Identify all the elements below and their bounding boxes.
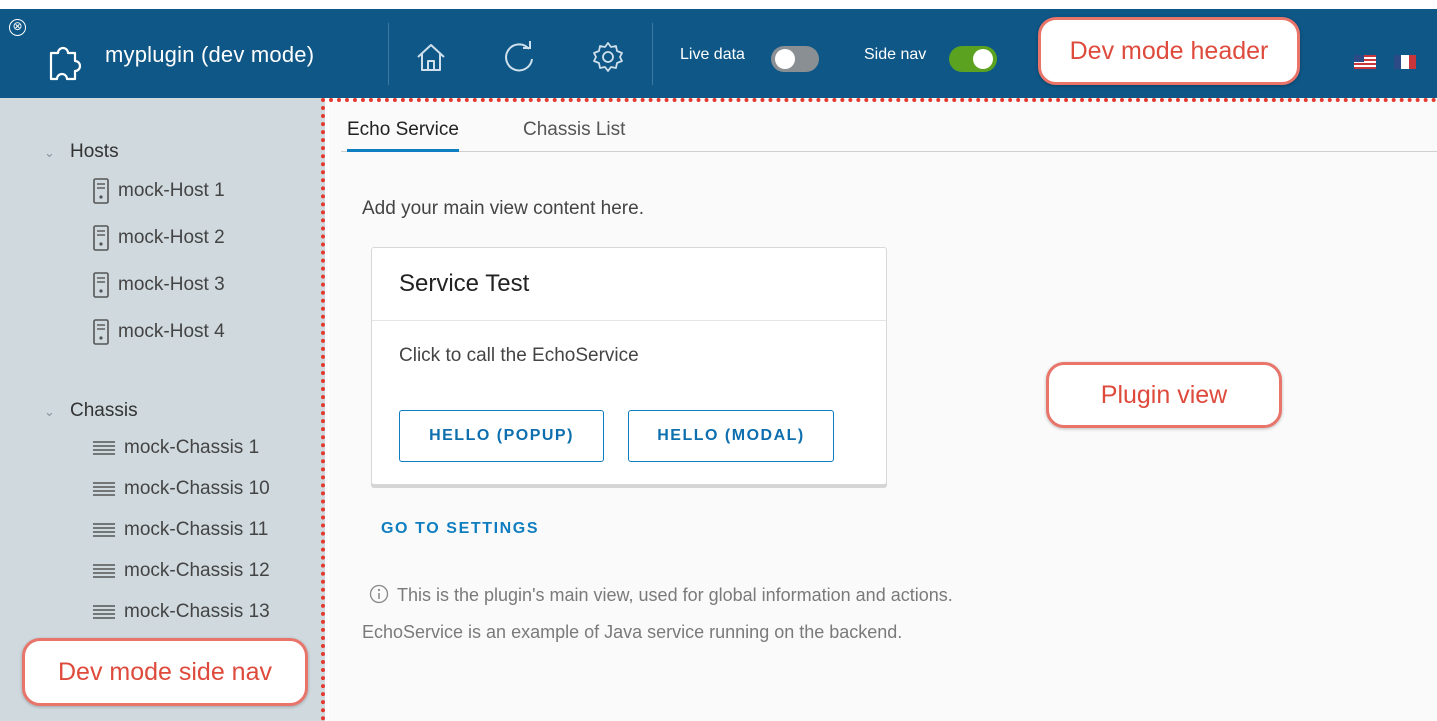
toggle-knob: [775, 49, 795, 69]
app-title: myplugin (dev mode): [105, 42, 315, 67]
chevron-down-icon[interactable]: ⌄: [44, 404, 58, 420]
hello-modal-button[interactable]: HELLO (MODAL): [628, 410, 834, 462]
tab-echo-service[interactable]: Echo Service: [347, 119, 459, 152]
tree-item-host[interactable]: mock-Host 1: [92, 178, 225, 204]
tree-item-host[interactable]: mock-Host 2: [92, 225, 225, 251]
tree-item-chassis[interactable]: mock-Chassis 13: [92, 599, 270, 625]
side-nav-toggle[interactable]: [949, 46, 997, 72]
chevron-down-icon[interactable]: ⌄: [44, 145, 58, 161]
plugin-icon: [49, 46, 82, 81]
tree-item-label: mock-Chassis 12: [124, 560, 270, 581]
go-to-settings-link[interactable]: GO TO SETTINGS: [381, 520, 539, 538]
card-divider: [372, 320, 886, 321]
info-text-line1: This is the plugin's main view, used for…: [397, 585, 953, 605]
list-icon: [93, 523, 115, 537]
info-icon: [369, 584, 389, 604]
tree-item-chassis[interactable]: mock-Chassis 11: [92, 517, 268, 543]
info-text: This is the plugin's main view, used for…: [369, 584, 953, 606]
hello-popup-button[interactable]: HELLO (POPUP): [399, 410, 604, 462]
side-nav-label: Side nav: [864, 46, 927, 63]
close-icon[interactable]: ⊗: [9, 19, 26, 36]
server-icon: [93, 225, 109, 251]
refresh-icon[interactable]: [499, 37, 539, 77]
home-icon[interactable]: [411, 37, 451, 77]
toggle-knob: [973, 49, 993, 69]
info-text-line2: EchoService is an example of Java servic…: [362, 622, 903, 642]
tree-item-label: mock-Chassis 11: [124, 519, 269, 540]
server-icon: [93, 272, 109, 298]
service-test-card: Service Test Click to call the EchoServi…: [371, 247, 887, 485]
list-icon: [93, 482, 115, 496]
tree-item-host[interactable]: mock-Host 4: [92, 319, 225, 345]
settings-icon[interactable]: [588, 37, 628, 77]
tree-item-label: mock-Chassis 13: [124, 601, 270, 622]
tab-chassis-list[interactable]: Chassis List: [523, 119, 625, 152]
list-icon: [93, 564, 115, 578]
header-divider: [652, 23, 653, 85]
tree-item-chassis[interactable]: mock-Chassis 1: [92, 435, 259, 461]
server-icon: [93, 178, 109, 204]
card-title: Service Test: [399, 270, 530, 297]
tree-item-label: mock-Host 4: [118, 321, 225, 343]
us-flag-icon[interactable]: [1354, 55, 1376, 69]
tree-item-label: mock-Host 2: [118, 227, 225, 249]
tree-group-hosts[interactable]: ⌄ Hosts: [44, 141, 119, 163]
list-icon: [93, 441, 115, 455]
header-divider: [388, 23, 389, 85]
list-icon: [93, 605, 115, 619]
card-text: Click to call the EchoService: [399, 345, 639, 366]
tree-item-label: mock-Host 3: [118, 274, 225, 296]
side-nav: ⌄ Hosts mock-Host 1 mock-Host 2 mock-Host…: [0, 98, 325, 721]
callout-dev-mode-header: Dev mode header: [1038, 17, 1300, 85]
tab-bar: Echo Service Chassis List: [341, 114, 1437, 152]
callout-dev-mode-side-nav: Dev mode side nav: [22, 638, 308, 706]
tree-item-chassis[interactable]: mock-Chassis 12: [92, 558, 270, 584]
server-icon: [93, 319, 109, 345]
fr-flag-icon[interactable]: [1394, 55, 1416, 69]
tree-item-label: mock-Host 1: [118, 180, 225, 202]
tree-item-label: mock-Chassis 10: [124, 478, 270, 499]
intro-text: Add your main view content here.: [362, 198, 644, 219]
tree-item-chassis[interactable]: mock-Chassis 10: [92, 476, 270, 502]
live-data-toggle[interactable]: [771, 46, 819, 72]
tree-group-label: Chassis: [70, 400, 138, 421]
tree-item-label: mock-Chassis 1: [124, 437, 260, 458]
tree-group-chassis[interactable]: ⌄ Chassis: [44, 400, 138, 422]
live-data-label: Live data: [680, 46, 745, 63]
callout-plugin-view: Plugin view: [1046, 362, 1282, 428]
tree-item-host[interactable]: mock-Host 3: [92, 272, 225, 298]
tree-group-label: Hosts: [70, 141, 119, 162]
